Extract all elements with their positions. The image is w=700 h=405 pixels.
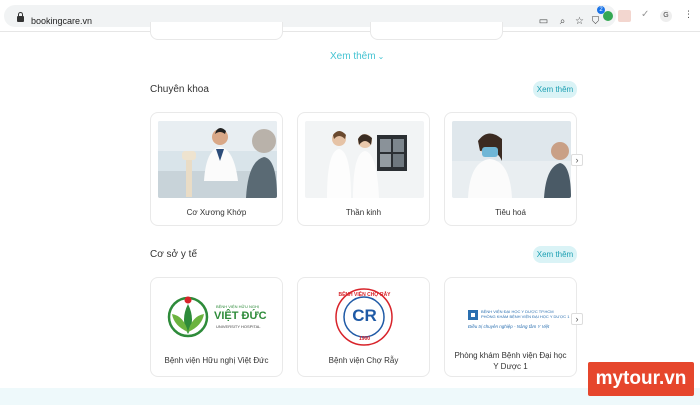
- menu-dots-icon[interactable]: ⋮: [684, 9, 693, 20]
- umc-logo-line2: PHÒNG KHÁM BỆNH VIỆN ĐẠI HỌC Y DƯỢC 1: [481, 314, 570, 319]
- url-text[interactable]: bookingcare.vn: [31, 16, 92, 26]
- facility-card-cho-ray[interactable]: BỆNH VIỆN CHỢ RẪY CR 1900 Bệnh viện Chợ …: [297, 277, 430, 377]
- see-more-label: Xem thêm: [330, 51, 376, 62]
- check-icon[interactable]: ✓: [641, 9, 649, 20]
- previous-card[interactable]: [150, 22, 283, 40]
- download-icon[interactable]: [603, 11, 613, 21]
- facilities-next-button[interactable]: ›: [571, 313, 583, 325]
- facilities-title: Cơ sở y tế: [150, 249, 198, 260]
- extension-icon[interactable]: ⛉: [590, 16, 601, 27]
- specialties-next-button[interactable]: ›: [571, 154, 583, 166]
- facility-label: Phòng khám Bệnh viện Đại học Y Dược 1: [454, 351, 567, 371]
- see-more-link[interactable]: Xem thêm ⌄: [330, 51, 384, 62]
- chevron-right-icon: ›: [575, 314, 579, 324]
- chevron-right-icon: ›: [575, 155, 579, 165]
- previous-card[interactable]: [370, 22, 503, 40]
- facility-card-umc[interactable]: BỆNH VIỆN ĐẠI HỌC Y DƯỢC TP.HCM PHÒNG KH…: [444, 277, 577, 377]
- address-bar[interactable]: bookingcare.vn ▭ ⌕ ☆ ⛉: [4, 5, 616, 27]
- lock-icon[interactable]: [17, 12, 24, 22]
- specialties-title: Chuyên khoa: [150, 84, 209, 95]
- specialty-label: Thần kinh: [345, 208, 382, 217]
- facility-label: Bệnh viện Hữu nghị Việt Đức: [164, 356, 269, 365]
- facility-card-viet-duc[interactable]: BỆNH VIỆN HỮU NGHỊ VIỆT ĐỨC UNIVERSITY H…: [150, 277, 283, 377]
- specialty-photo: [158, 121, 277, 198]
- install-icon[interactable]: ▭: [538, 16, 549, 27]
- page-content: Xem thêm ⌄ Chuyên khoa Xem thêm Cơ Xương …: [0, 22, 700, 405]
- cho-ray-logo-year: 1900: [358, 336, 371, 342]
- cho-ray-logo: BỆNH VIỆN CHỢ RẪY CR 1900: [305, 286, 424, 348]
- specialty-label: Cơ Xương Khớp: [186, 208, 247, 217]
- viet-duc-logo: BỆNH VIỆN HỮU NGHỊ VIỆT ĐỨC UNIVERSITY H…: [158, 286, 277, 348]
- specialties-see-more-button[interactable]: Xem thêm: [533, 81, 577, 98]
- calendar-extension-icon[interactable]: [618, 10, 631, 22]
- browser-toolbar: bookingcare.vn ▭ ⌕ ☆ ⛉ 2 ✓ G ⋮: [0, 0, 700, 32]
- specialty-card-musculoskeletal[interactable]: Cơ Xương Khớp: [150, 112, 283, 226]
- chevron-down-icon: ⌄: [377, 52, 385, 61]
- viet-duc-logo-top: BỆNH VIỆN HỮU NGHỊ: [216, 304, 259, 309]
- zoom-icon[interactable]: ⌕: [557, 16, 568, 27]
- viet-duc-logo-sub: UNIVERSITY HOSPITAL: [216, 324, 261, 329]
- watermark-logo: mytour.vn: [588, 362, 694, 396]
- specialty-photo: [305, 121, 424, 198]
- star-icon[interactable]: ☆: [574, 16, 585, 27]
- specialty-photo: [452, 121, 571, 198]
- profile-avatar[interactable]: G: [660, 10, 672, 22]
- umc-logo-line3: Điều trị chuyên nghiệp - Nâng tầm Y Việt: [468, 324, 550, 329]
- specialty-card-gastroenterology[interactable]: Tiêu hoá: [444, 112, 577, 226]
- specialty-label: Tiêu hoá: [495, 208, 526, 217]
- viet-duc-logo-main: VIỆT ĐỨC: [214, 310, 267, 322]
- facilities-see-more-button[interactable]: Xem thêm: [533, 246, 577, 263]
- cho-ray-logo-letters: CR: [352, 306, 377, 325]
- specialty-card-neurology[interactable]: Thần kinh: [297, 112, 430, 226]
- facility-label: Bệnh viện Chợ Rẫy: [328, 356, 399, 365]
- umc-logo: BỆNH VIỆN ĐẠI HỌC Y DƯỢC TP.HCM PHÒNG KH…: [452, 286, 571, 348]
- cho-ray-logo-ring: BỆNH VIỆN CHỢ RẪY: [338, 292, 391, 298]
- previous-section-cards: [150, 22, 576, 42]
